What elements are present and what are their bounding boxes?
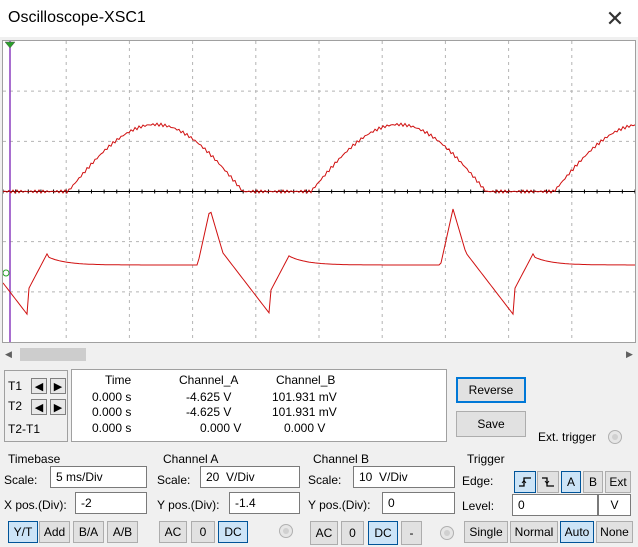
save-button[interactable]: Save [456,411,526,437]
channel-b-zero-button[interactable]: 0 [341,521,364,545]
timebase-scale-label: Scale: [4,473,38,487]
readout-t1-time: 0.000 s [92,390,132,404]
window-title: Oscilloscope-XSC1 [8,9,146,26]
channel-b-minus-button[interactable]: - [401,521,422,545]
channel-b-scale-input[interactable] [353,466,455,488]
channel-a-ypos-input[interactable] [229,492,300,514]
channel-a-zero-button[interactable]: 0 [191,521,215,543]
channel-b-ac-button[interactable]: AC [310,521,338,545]
trigger-single-button[interactable]: Single [464,521,508,543]
channel-a-ypos-label: Y pos.(Div): [157,498,220,512]
readout-header-channel-a: Channel_A [179,373,239,387]
mode-a-over-b-button[interactable]: A/B [107,521,138,543]
scroll-thumb[interactable] [20,348,86,361]
t2-t1-label: T2-T1 [8,422,41,436]
horizontal-scrollbar[interactable]: ◀ ▶ [0,346,638,363]
readout-t2-time: 0.000 s [92,405,132,419]
cursor-readout: Time Channel_A Channel_B 0.000 s -4.625 … [71,369,447,442]
trigger-none-button[interactable]: None [596,521,633,543]
channel-a-terminal[interactable] [279,524,293,538]
trigger-source-ext-button[interactable]: Ext [605,471,631,493]
close-icon[interactable]: ✕ [592,0,638,37]
trigger-title: Trigger [467,452,505,466]
reverse-button[interactable]: Reverse [456,377,526,403]
t1-right-arrow-icon[interactable]: ▶ [50,378,66,394]
falling-edge-icon[interactable] [537,471,559,493]
channel-b-marker-icon [3,269,10,277]
ext-trigger-label: Ext. trigger [538,430,597,444]
channel-a-title: Channel A [163,452,219,466]
readout-diff-channel-a: 0.000 V [200,421,242,435]
mode-add-button[interactable]: Add [39,521,70,543]
rising-edge-icon[interactable] [514,471,536,493]
trigger-source-a-button[interactable]: A [561,471,581,493]
timebase-title: Timebase [8,452,61,466]
t1-label: T1 [8,379,23,393]
readout-t1-channel-a: -4.625 V [186,390,232,404]
mode-b-over-a-button[interactable]: B/A [73,521,104,543]
rising-edge-glyph-icon [519,477,531,487]
channel-b-terminal[interactable] [440,526,454,540]
readout-diff-channel-b: 0.000 V [284,421,326,435]
trigger-level-unit[interactable]: V [598,494,631,516]
t1-left-arrow-icon[interactable]: ◀ [31,378,47,394]
scope-graph [3,41,635,342]
readout-header-channel-b: Channel_B [276,373,336,387]
readout-t2-channel-a: -4.625 V [186,405,232,419]
channel-a-ac-button[interactable]: AC [159,521,187,543]
scope-display[interactable] [2,40,636,343]
channel-a-scale-input[interactable] [200,466,300,488]
cursor-marker-icon [4,41,16,49]
ext-trigger-terminal[interactable] [608,430,622,444]
timebase-xpos-input[interactable] [75,492,147,514]
falling-edge-glyph-icon [542,477,554,487]
t2-label: T2 [8,399,23,413]
mode-yt-button[interactable]: Y/T [8,521,38,543]
title-bar: Oscilloscope-XSC1 ✕ [0,0,638,37]
readout-header-time: Time [105,373,132,387]
t2-right-arrow-icon[interactable]: ▶ [50,399,66,415]
channel-b-title: Channel B [313,452,370,466]
channel-b-dc-button[interactable]: DC [368,521,398,545]
trigger-normal-button[interactable]: Normal [510,521,558,543]
trigger-level-label: Level: [462,499,495,513]
channel-b-ypos-input[interactable] [382,492,455,514]
channel-b-ypos-label: Y pos.(Div): [308,498,371,512]
readout-t1-channel-b: 101.931 mV [272,390,337,404]
trigger-level-input[interactable] [512,494,598,516]
trigger-edge-label: Edge: [462,474,494,488]
channel-a-dc-button[interactable]: DC [218,521,248,543]
timebase-xpos-label: X pos.(Div): [4,498,67,512]
channel-a-scale-label: Scale: [157,473,191,487]
t2-left-arrow-icon[interactable]: ◀ [31,399,47,415]
timebase-scale-input[interactable] [50,466,147,488]
readout-t2-channel-b: 101.931 mV [272,405,337,419]
cursor-controls: T1 ◀ ▶ T2 ◀ ▶ T2-T1 [4,370,68,442]
trigger-source-b-button[interactable]: B [583,471,603,493]
channel-b-scale-label: Scale: [308,473,342,487]
trigger-auto-button[interactable]: Auto [560,521,594,543]
readout-diff-time: 0.000 s [92,421,132,435]
scroll-right-icon[interactable]: ▶ [621,346,638,363]
scroll-left-icon[interactable]: ◀ [0,346,17,363]
